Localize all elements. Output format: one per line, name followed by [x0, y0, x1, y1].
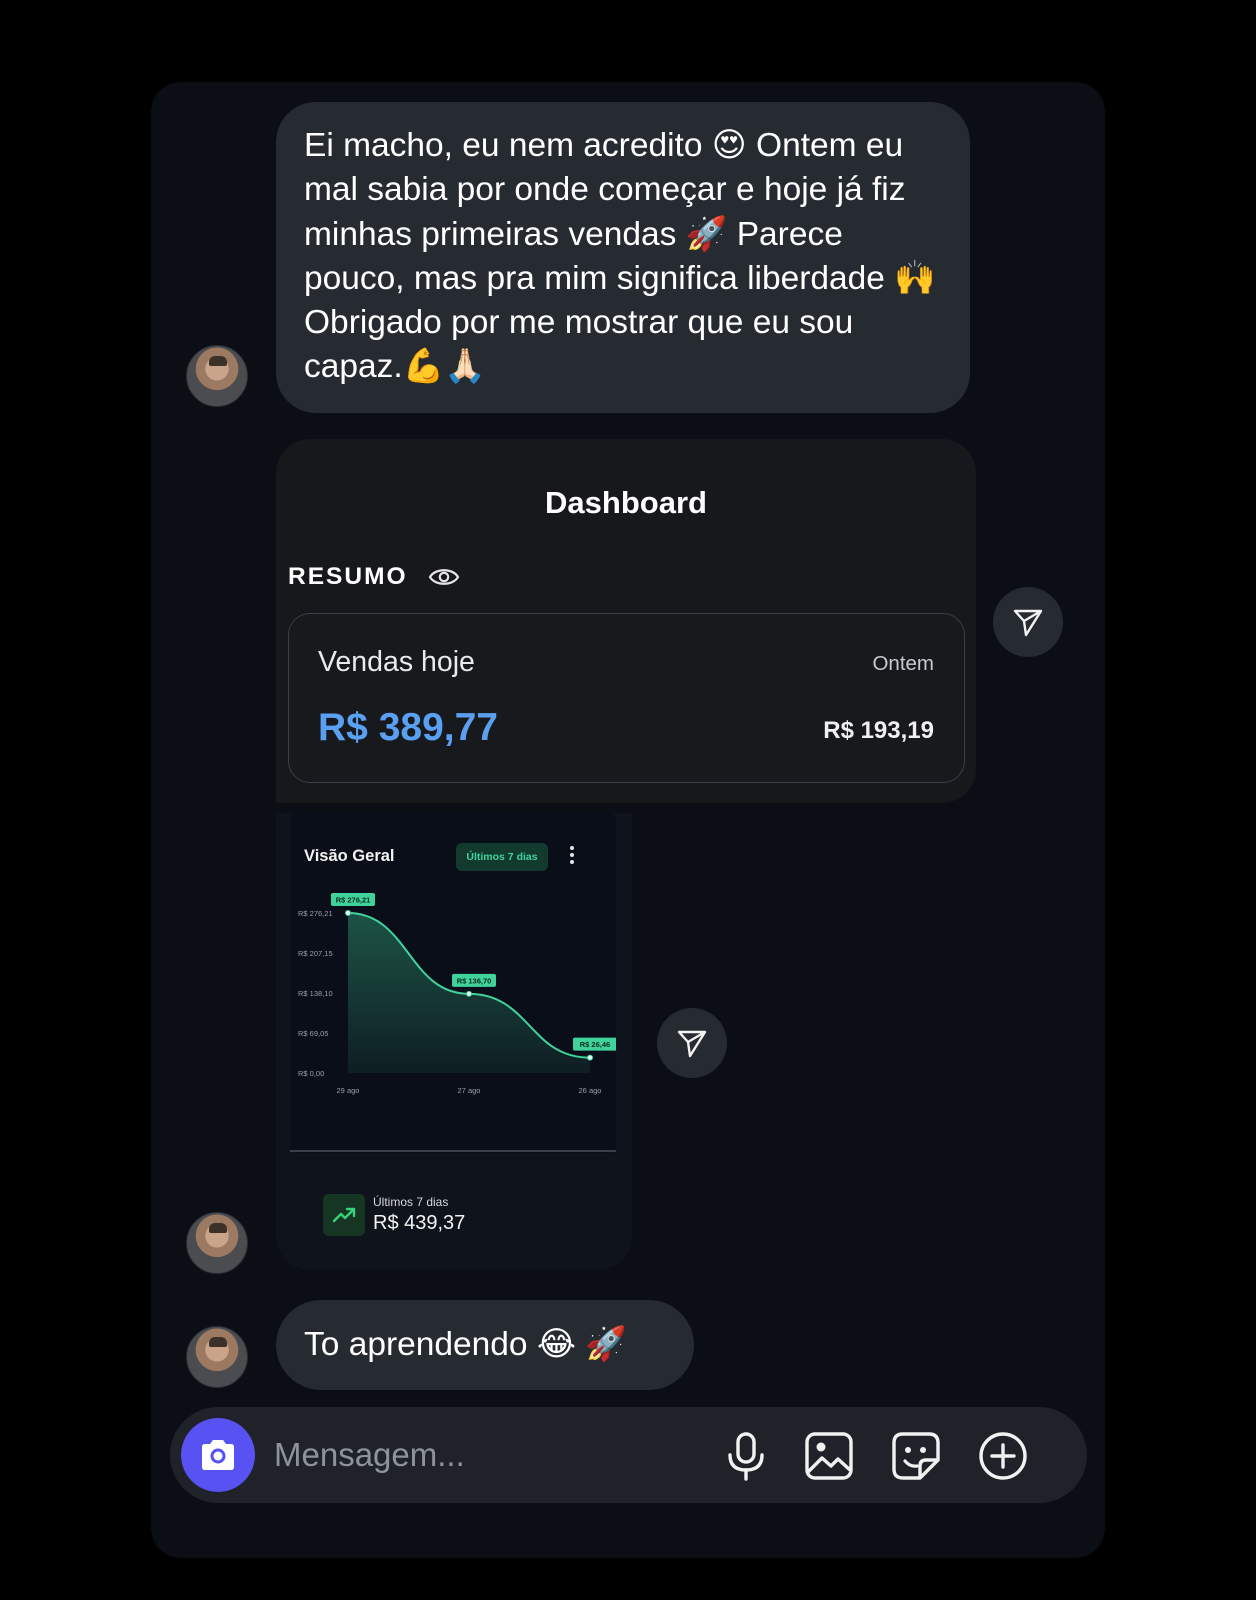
message-bubble[interactable]: Ei macho, eu nem acredito 😍 Ontem eu mal…	[276, 102, 970, 413]
share-button[interactable]	[657, 1008, 727, 1078]
chat-window: Ei macho, eu nem acredito 😍 Ontem eu mal…	[151, 82, 1105, 1558]
trend-badge	[323, 1194, 365, 1236]
period-badge: Últimos 7 dias	[456, 843, 548, 871]
avatar[interactable]	[186, 345, 248, 407]
overview-chart-image-message[interactable]: Visão Geral Últimos 7 dias R$ 276,21 R$ 2…	[276, 813, 632, 1270]
chart-title: Visão Geral	[304, 847, 395, 865]
x-tick-label: 29 ago	[337, 1086, 360, 1095]
message-bubble[interactable]: To aprendendo 😂 🚀	[276, 1300, 694, 1390]
message-composer	[170, 1407, 1087, 1503]
total-period-value: R$ 439,37	[373, 1212, 466, 1234]
y-tick-label: R$ 0,00	[298, 1069, 324, 1078]
y-tick-label: R$ 69,05	[298, 1029, 328, 1038]
data-label: R$ 276,21	[336, 896, 371, 905]
overview-area-chart: R$ 276,21 R$ 207,15 R$ 138,10 R$ 69,05 R$ 0,…	[298, 893, 616, 1095]
microphone-button[interactable]	[719, 1429, 773, 1483]
data-label: R$ 136,70	[457, 976, 492, 985]
dashboard-title: Dashboard	[545, 485, 707, 520]
microphone-icon	[728, 1432, 764, 1481]
more-button[interactable]	[976, 1429, 1030, 1483]
send-icon	[1013, 609, 1043, 637]
sales-today-label: Vendas hoje	[318, 646, 475, 678]
sticker-button[interactable]	[889, 1429, 943, 1483]
eye-icon	[428, 569, 460, 585]
message-input[interactable]	[274, 1429, 694, 1481]
share-button[interactable]	[993, 587, 1063, 657]
gallery-button[interactable]	[802, 1429, 856, 1483]
trending-up-icon	[332, 1207, 356, 1223]
plus-circle-icon	[979, 1432, 1027, 1480]
divider	[290, 1150, 616, 1152]
total-period-label: Últimos 7 dias	[373, 1195, 449, 1209]
avatar[interactable]	[186, 1326, 248, 1388]
y-tick-label: R$ 138,10	[298, 989, 333, 998]
data-point	[466, 990, 472, 997]
image-icon	[805, 1432, 853, 1480]
yesterday-value: R$ 193,19	[823, 717, 934, 744]
x-tick-label: 27 ago	[458, 1086, 481, 1095]
sales-summary-card: Vendas hoje R$ 389,77 Ontem R$ 193,19	[288, 613, 965, 783]
y-tick-label: R$ 276,21	[298, 909, 333, 918]
data-point	[345, 910, 351, 916]
sticker-icon	[892, 1432, 940, 1480]
message-text: Ei macho, eu nem acredito 😍 Ontem eu mal…	[304, 127, 936, 386]
camera-icon	[202, 1440, 234, 1470]
sales-today-value: R$ 389,77	[318, 706, 498, 749]
send-icon	[677, 1030, 707, 1058]
summary-label: RESUMO	[288, 563, 408, 590]
camera-button[interactable]	[181, 1418, 255, 1492]
yesterday-label: Ontem	[872, 652, 934, 675]
x-tick-label: 26 ago	[579, 1086, 602, 1095]
data-point	[587, 1054, 593, 1061]
more-options-icon	[568, 846, 576, 868]
data-label: R$ 26,46	[580, 1040, 610, 1049]
avatar[interactable]	[186, 1212, 248, 1274]
y-tick-label: R$ 207,15	[298, 949, 333, 958]
message-text: To aprendendo 😂 🚀	[304, 1326, 627, 1363]
dashboard-image-message[interactable]: Dashboard RESUMO Vendas hoje R$ 389,77 O…	[276, 439, 976, 803]
